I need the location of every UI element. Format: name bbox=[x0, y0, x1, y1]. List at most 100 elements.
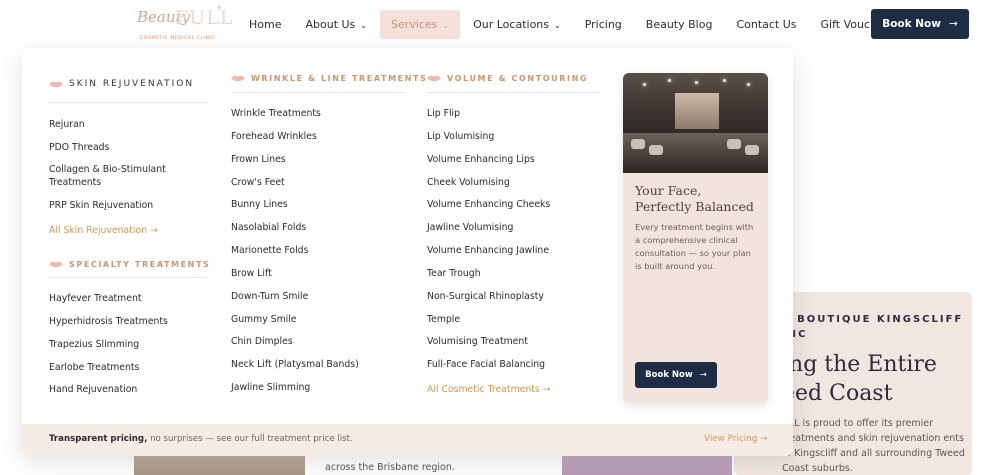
nav-services-label: Services bbox=[391, 18, 438, 31]
chevron-down-icon: ⌄ bbox=[554, 21, 561, 30]
lips-icon bbox=[427, 75, 441, 82]
menu-item[interactable]: Lip Volumising bbox=[427, 131, 494, 143]
nav-pricing-label: Pricing bbox=[584, 18, 622, 31]
book-now-label: Book Now bbox=[882, 18, 941, 30]
menu-item[interactable]: Hyperhidrosis Treatments bbox=[49, 316, 168, 328]
chevron-down-icon: ⌄ bbox=[442, 21, 450, 30]
main-nav: Home About Us ⌄ Services ⌄ Our Locations ⌄ … bbox=[238, 10, 907, 39]
menu-item[interactable]: Trapezius Slimming bbox=[49, 339, 139, 351]
card-heading: eed Coast bbox=[782, 381, 893, 406]
nav-blog-label: Beauty Blog bbox=[645, 18, 713, 31]
menu-item[interactable]: Jawline Slimming bbox=[231, 382, 310, 394]
menu-item[interactable]: Volume Enhancing Cheeks bbox=[427, 199, 550, 211]
menu-item[interactable]: Collagen & Bio-Stimulant Treatments bbox=[49, 164, 189, 189]
menu-item[interactable]: Crow's Feet bbox=[231, 177, 285, 189]
menu-item[interactable]: Neck Lift (Platysmal Bands) bbox=[231, 359, 359, 371]
nav-home[interactable]: Home bbox=[238, 10, 292, 39]
pricing-note-text: no surprises — see our full treatment pr… bbox=[147, 434, 353, 444]
menu-item[interactable]: Earlobe Treatments bbox=[49, 362, 139, 374]
menu-item[interactable]: Brow Lift bbox=[231, 268, 272, 280]
arrow-right-icon: → bbox=[948, 18, 958, 30]
nav-about-us[interactable]: About Us ⌄ bbox=[294, 10, 378, 39]
menu-item[interactable]: Chin Dimples bbox=[231, 336, 293, 348]
all-skin-rejuvenation-link[interactable]: All Skin Rejuvenation → bbox=[49, 225, 158, 237]
card-heading: ing the Entire bbox=[782, 352, 937, 377]
menu-item[interactable]: Down-Turn Smile bbox=[231, 291, 308, 303]
view-pricing-link[interactable]: View Pricing → bbox=[704, 434, 768, 444]
menu-item[interactable]: Bunny Lines bbox=[231, 199, 288, 211]
nav-contact-label: Contact Us bbox=[736, 18, 797, 31]
ceiling-light bbox=[723, 79, 726, 82]
ceiling-light bbox=[695, 81, 698, 84]
menu-item[interactable]: Lip Flip bbox=[427, 108, 460, 120]
nav-locations-label: Our Locations bbox=[473, 18, 549, 31]
promo-title: Your Face, Perfectly Balanced bbox=[635, 183, 754, 214]
promo-book-now-button[interactable]: Book Now → bbox=[635, 362, 717, 388]
lips-icon bbox=[231, 75, 245, 82]
menu-item[interactable]: Nasolabial Folds bbox=[231, 222, 306, 234]
nav-home-label: Home bbox=[249, 18, 282, 31]
menu-item[interactable]: Volume Enhancing Jawline bbox=[427, 245, 549, 257]
clinic-interior-image bbox=[623, 73, 768, 173]
wrinkle-heading-text: Wrinkle & Line Treatments bbox=[251, 74, 428, 83]
menu-item[interactable]: Marionette Folds bbox=[231, 245, 308, 257]
waiting-chair bbox=[745, 145, 759, 155]
menu-item[interactable]: PDO Threads bbox=[49, 142, 109, 154]
site-header: Beauty FULL ® COSMETIC MEDICAL CLINIC Ho… bbox=[0, 0, 1000, 50]
ceiling-light bbox=[643, 83, 646, 86]
menu-item[interactable]: Volumising Treatment bbox=[427, 336, 528, 348]
divider bbox=[231, 92, 403, 93]
menu-footer-bar: Transparent pricing, no surprises — see … bbox=[22, 424, 793, 456]
menu-item[interactable]: Cheek Volumising bbox=[427, 177, 510, 189]
specialty-treatments-heading: Specialty Treatments bbox=[49, 260, 210, 269]
specialty-heading-text: Specialty Treatments bbox=[69, 260, 211, 269]
menu-item[interactable]: Rejuran bbox=[49, 119, 85, 131]
menu-item[interactable]: Volume Enhancing Lips bbox=[427, 154, 535, 166]
logo-tagline: COSMETIC MEDICAL CLINIC bbox=[140, 36, 216, 41]
waiting-chair bbox=[727, 139, 741, 149]
menu-item[interactable]: Non-Surgical Rhinoplasty bbox=[427, 291, 544, 303]
ceiling-light bbox=[747, 83, 750, 86]
nav-pricing[interactable]: Pricing bbox=[574, 10, 633, 39]
menu-item[interactable]: Full-Face Facial Balancing bbox=[427, 359, 545, 371]
waiting-chair bbox=[631, 139, 645, 149]
nav-beauty-blog[interactable]: Beauty Blog bbox=[635, 10, 724, 39]
beautyfull-logo[interactable]: Beauty FULL ® COSMETIC MEDICAL CLINIC bbox=[137, 4, 232, 44]
waiting-chair bbox=[649, 145, 663, 155]
nav-contact-us[interactable]: Contact Us bbox=[725, 10, 807, 39]
promo-card: Your Face, Perfectly Balanced Every trea… bbox=[623, 73, 768, 403]
logo-trademark: ® bbox=[217, 6, 222, 12]
skin-rejuvenation-heading: Skin Rejuvenation bbox=[49, 79, 194, 89]
background-text: across the Brisbane region. bbox=[325, 462, 455, 473]
skin-heading-text: Skin Rejuvenation bbox=[69, 79, 195, 89]
menu-item[interactable]: Hand Rejuvenation bbox=[49, 384, 137, 396]
menu-item[interactable]: Gummy Smile bbox=[231, 314, 297, 326]
book-now-button[interactable]: Book Now → bbox=[871, 9, 969, 39]
reception-wall bbox=[675, 93, 719, 129]
lips-icon bbox=[49, 81, 63, 87]
divider bbox=[427, 92, 599, 93]
menu-item[interactable]: Forehead Wrinkles bbox=[231, 131, 317, 143]
divider bbox=[49, 277, 207, 278]
lips-icon bbox=[49, 261, 63, 268]
card-kicker: R BOUTIQUE KINGSCLIFF bbox=[782, 314, 964, 325]
nav-services[interactable]: Services ⌄ bbox=[380, 10, 461, 39]
menu-item[interactable]: Wrinkle Treatments bbox=[231, 108, 321, 120]
pricing-note-bold: Transparent pricing, bbox=[49, 434, 148, 444]
promo-text: Every treatment begins with a comprehens… bbox=[635, 222, 754, 271]
pricing-note: Transparent pricing, no surprises — see … bbox=[49, 434, 353, 444]
menu-item[interactable]: PRP Skin Rejuvenation bbox=[49, 200, 153, 212]
menu-item[interactable]: Hayfever Treatment bbox=[49, 293, 142, 305]
chevron-down-icon: ⌄ bbox=[360, 21, 367, 30]
menu-item[interactable]: Frown Lines bbox=[231, 154, 286, 166]
menu-item[interactable]: Temple bbox=[427, 314, 460, 326]
all-cosmetic-treatments-link[interactable]: All Cosmetic Treatments → bbox=[427, 384, 550, 396]
nav-our-locations[interactable]: Our Locations ⌄ bbox=[462, 10, 572, 39]
menu-item[interactable]: Tear Trough bbox=[427, 268, 481, 280]
volume-contouring-heading: Volume & Contouring bbox=[427, 74, 588, 83]
ceiling-light bbox=[668, 79, 671, 82]
promo-book-label: Book Now bbox=[645, 370, 693, 380]
logo-word: FULL bbox=[175, 7, 234, 29]
menu-item[interactable]: Jawline Volumising bbox=[427, 222, 513, 234]
volume-heading-text: Volume & Contouring bbox=[447, 74, 589, 83]
